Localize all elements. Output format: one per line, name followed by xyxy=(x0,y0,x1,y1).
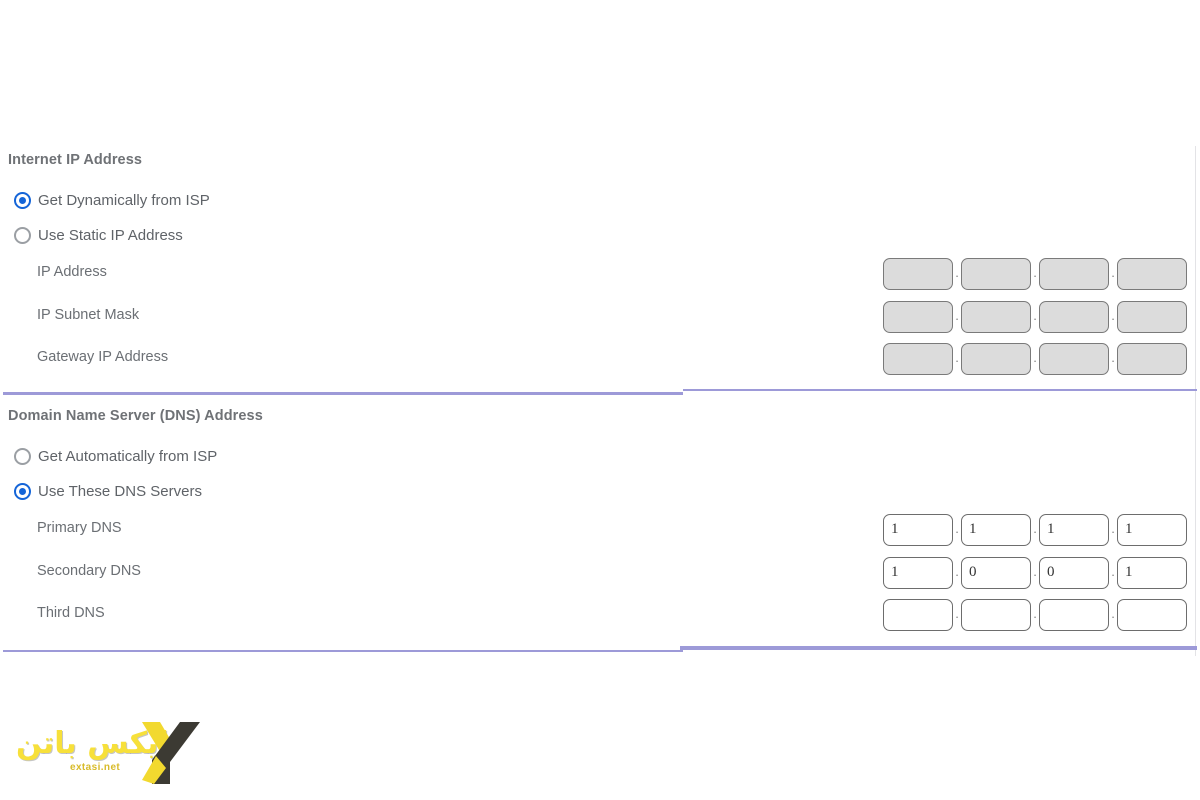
octet-group-primary-dns: . . . xyxy=(883,513,1187,546)
octet-separator: . xyxy=(955,521,959,536)
field-row-primary-dns: Primary DNS . . . xyxy=(0,513,1200,547)
octet-input-1 xyxy=(883,342,953,375)
settings-form-canvas: Internet IP Address Get Dynamically from… xyxy=(0,0,1200,800)
radio-option-get-automatically-from-isp[interactable]: Get Automatically from ISP xyxy=(14,448,217,465)
octet-separator: . xyxy=(1111,564,1115,579)
octet-input-3[interactable] xyxy=(1039,556,1109,589)
field-label: IP Address xyxy=(37,264,107,280)
octet-separator: . xyxy=(955,350,959,365)
field-label: Primary DNS xyxy=(37,520,122,536)
field-row-secondary-dns: Secondary DNS . . . xyxy=(0,556,1200,590)
octet-separator: . xyxy=(955,308,959,323)
octet-separator: . xyxy=(1033,350,1037,365)
octet-separator: . xyxy=(1111,521,1115,536)
field-row-ip-address: IP Address . . . xyxy=(0,257,1200,291)
octet-input-2 xyxy=(961,300,1031,333)
octet-input-1[interactable] xyxy=(883,598,953,631)
octet-separator: . xyxy=(955,606,959,621)
octet-separator: . xyxy=(1033,308,1037,323)
divider-segment-left xyxy=(3,392,683,395)
octet-input-4 xyxy=(1117,342,1187,375)
octet-input-2 xyxy=(961,257,1031,290)
octet-separator: . xyxy=(955,564,959,579)
octet-input-1[interactable] xyxy=(883,513,953,546)
octet-group-third-dns: . . . xyxy=(883,598,1187,631)
watermark-subtitle: extasi.net xyxy=(70,762,121,773)
octet-input-4[interactable] xyxy=(1117,556,1187,589)
octet-separator: . xyxy=(1033,265,1037,280)
octet-input-3[interactable] xyxy=(1039,598,1109,631)
octet-input-4 xyxy=(1117,257,1187,290)
octet-input-1 xyxy=(883,257,953,290)
field-row-gateway-ip-address: Gateway IP Address . . . xyxy=(0,342,1200,376)
octet-input-2[interactable] xyxy=(961,598,1031,631)
field-label: IP Subnet Mask xyxy=(37,307,140,323)
octet-input-3 xyxy=(1039,257,1109,290)
octet-separator: . xyxy=(1111,606,1115,621)
field-row-ip-subnet-mask: IP Subnet Mask . . . xyxy=(0,300,1200,334)
section-title-dns: Domain Name Server (DNS) Address xyxy=(8,408,263,424)
radio-label: Get Automatically from ISP xyxy=(38,448,218,465)
divider-segment-left xyxy=(3,650,683,652)
field-label: Secondary DNS xyxy=(37,563,141,579)
radio-option-use-static-ip-address[interactable]: Use Static IP Address xyxy=(14,227,183,244)
octet-input-2 xyxy=(961,342,1031,375)
octet-input-1[interactable] xyxy=(883,556,953,589)
octet-separator: . xyxy=(1111,308,1115,323)
divider-segment-right xyxy=(680,646,1197,650)
octet-input-4 xyxy=(1117,300,1187,333)
octet-input-2[interactable] xyxy=(961,556,1031,589)
octet-separator: . xyxy=(1111,350,1115,365)
radio-option-use-these-dns-servers[interactable]: Use These DNS Servers xyxy=(14,483,202,500)
radio-icon-selected[interactable] xyxy=(14,192,31,209)
field-row-third-dns: Third DNS . . . xyxy=(0,598,1200,632)
octet-group-secondary-dns: . . . xyxy=(883,556,1187,589)
octet-separator: . xyxy=(955,265,959,280)
octet-separator: . xyxy=(1033,564,1037,579)
divider-segment-right xyxy=(683,389,1197,391)
octet-group-ip-address: . . . xyxy=(883,257,1187,290)
field-label: Gateway IP Address xyxy=(37,349,169,365)
octet-separator: . xyxy=(1033,521,1037,536)
radio-icon-selected[interactable] xyxy=(14,483,31,500)
octet-separator: . xyxy=(1033,606,1037,621)
octet-input-4[interactable] xyxy=(1117,513,1187,546)
radio-option-get-dynamically-from-isp[interactable]: Get Dynamically from ISP xyxy=(14,192,210,209)
watermark-x-mark-icon xyxy=(142,722,200,784)
radio-label: Use These DNS Servers xyxy=(38,483,202,500)
radio-label: Use Static IP Address xyxy=(38,227,183,244)
watermark-logo: ایکس باتن extasi.net xyxy=(8,712,208,790)
field-label: Third DNS xyxy=(37,605,105,621)
octet-group-ip-subnet-mask: . . . xyxy=(883,300,1187,333)
octet-input-2[interactable] xyxy=(961,513,1031,546)
section-divider-bottom xyxy=(0,645,1200,653)
octet-group-gateway-ip-address: . . . xyxy=(883,342,1187,375)
radio-icon-unselected[interactable] xyxy=(14,448,31,465)
octet-separator: . xyxy=(1111,265,1115,280)
octet-input-1 xyxy=(883,300,953,333)
octet-input-3 xyxy=(1039,300,1109,333)
octet-input-3 xyxy=(1039,342,1109,375)
radio-label: Get Dynamically from ISP xyxy=(38,192,210,209)
section-divider-top xyxy=(0,388,1200,396)
radio-icon-unselected[interactable] xyxy=(14,227,31,244)
octet-input-4[interactable] xyxy=(1117,598,1187,631)
page-title: Internet IP Address xyxy=(8,152,143,168)
octet-input-3[interactable] xyxy=(1039,513,1109,546)
